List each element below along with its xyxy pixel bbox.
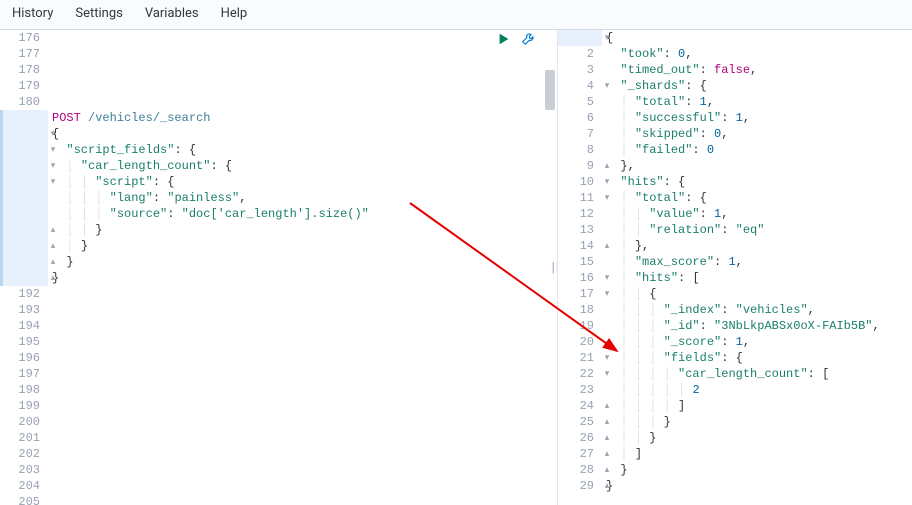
menu-variables[interactable]: Variables — [143, 4, 201, 23]
wrench-icon[interactable] — [521, 32, 537, 48]
line-gutter: 1234567891011121314151617181920212223242… — [558, 30, 602, 494]
scrollbar-vertical[interactable] — [545, 70, 555, 110]
menu-help[interactable]: Help — [219, 4, 250, 23]
menubar: History Settings Variables Help — [0, 0, 912, 30]
scroll-thumb[interactable] — [545, 70, 555, 110]
response-viewer[interactable]: 1234567891011121314151617181920212223242… — [558, 30, 912, 505]
request-editor[interactable]: 1761771781791801811821831841851861871881… — [0, 30, 558, 505]
menu-history[interactable]: History — [10, 4, 55, 23]
response-current-line — [558, 30, 602, 46]
play-icon[interactable] — [497, 32, 513, 48]
response-code: { "took": 0, "timed_out": false, "_shard… — [602, 30, 912, 494]
request-action-bar — [497, 32, 537, 48]
active-request-marker — [0, 110, 3, 286]
active-request-highlight — [0, 110, 48, 286]
menu-settings[interactable]: Settings — [73, 4, 124, 23]
request-code[interactable]: POST /vehicles/_search{ "script_fields":… — [48, 30, 557, 505]
pane-resize-handle[interactable]: || — [550, 260, 558, 276]
